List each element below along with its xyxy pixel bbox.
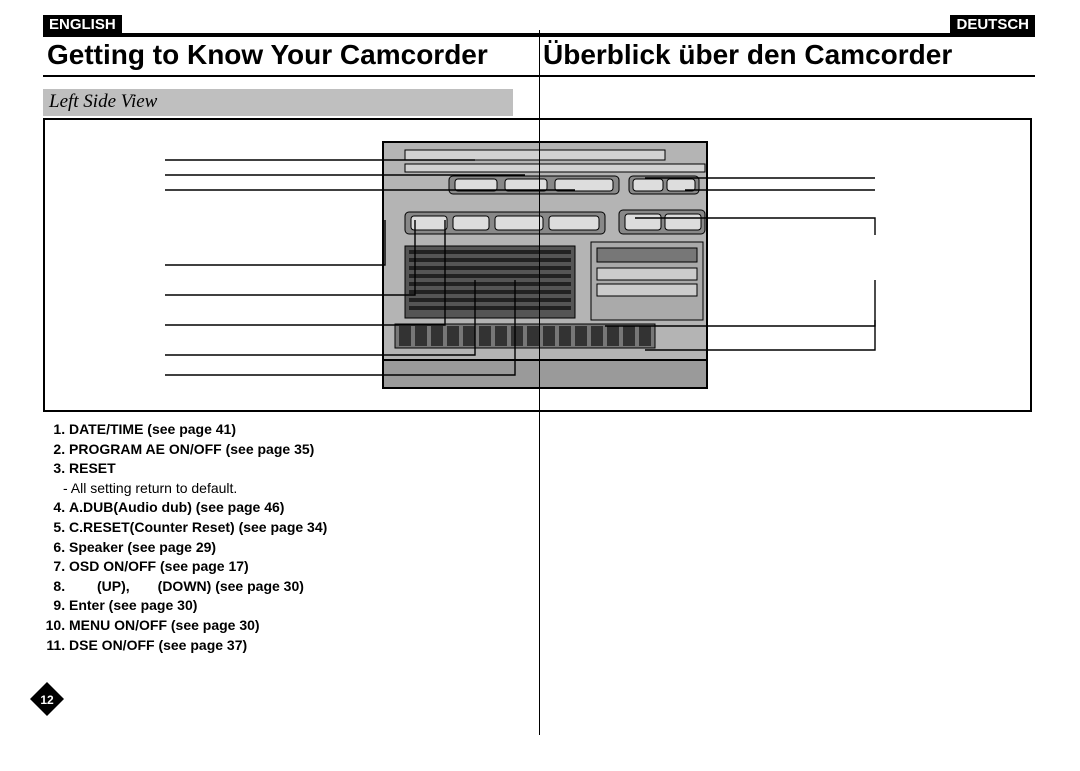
item-4: A.DUB(Audio dub) (see page 46) <box>69 498 519 518</box>
item-3-sub: - All setting return to default. <box>63 479 519 499</box>
item-8: (UP), (DOWN) (see page 30) <box>69 577 519 597</box>
left-list-column: DATE/TIME (see page 41) PROGRAM AE ON/OF… <box>43 420 539 655</box>
left-subhead: Left Side View <box>43 89 513 116</box>
page-number-badge: 12 <box>30 682 64 716</box>
item-6: Speaker (see page 29) <box>69 538 519 558</box>
left-title: Getting to Know Your Camcorder <box>43 33 539 77</box>
item-9: Enter (see page 30) <box>69 596 519 616</box>
leader-lines <box>45 120 1030 410</box>
item-1: DATE/TIME (see page 41) <box>69 420 519 440</box>
right-list-column <box>539 420 1035 655</box>
item-11: DSE ON/OFF (see page 37) <box>69 636 519 656</box>
right-title: Überblick über den Camcorder <box>539 33 1035 77</box>
item-5: C.RESET(Counter Reset) (see page 34) <box>69 518 519 538</box>
lang-badge-english: ENGLISH <box>43 15 122 35</box>
item-7: OSD ON/OFF (see page 17) <box>69 557 519 577</box>
figure-box <box>43 118 1032 412</box>
item-2: PROGRAM AE ON/OFF (see page 35) <box>69 440 519 460</box>
right-header: DEUTSCH Überblick über den Camcorder <box>539 15 1035 73</box>
item-3: RESET - All setting return to default. <box>69 459 519 498</box>
column-divider <box>539 30 541 735</box>
item-10: MENU ON/OFF (see page 30) <box>69 616 519 636</box>
lang-badge-deutsch: DEUTSCH <box>950 15 1035 35</box>
left-header: ENGLISH Getting to Know Your Camcorder <box>43 15 539 73</box>
page-number: 12 <box>40 693 54 707</box>
